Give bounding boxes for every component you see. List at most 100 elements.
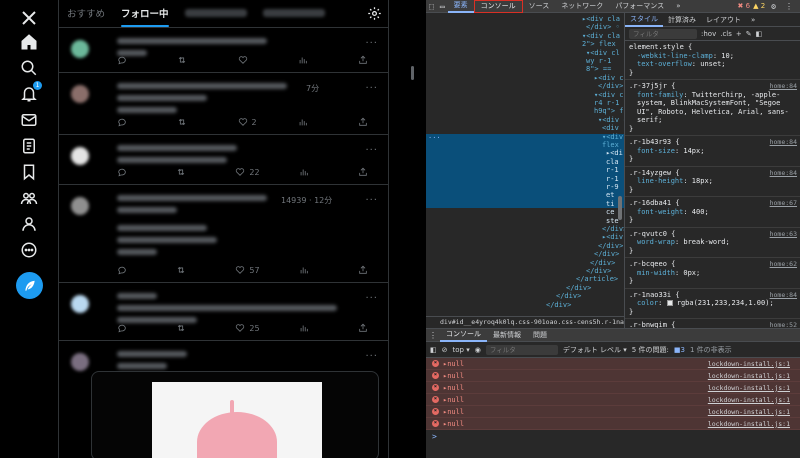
share-button[interactable] <box>358 323 378 333</box>
style-rule[interactable]: .r-bnwqim {home:52position: relative;} <box>625 319 800 328</box>
avatar[interactable] <box>71 40 89 58</box>
dom-breadcrumb[interactable]: div#id__e4yroq4k0lq.css-901oao.css-cens5… <box>426 316 624 328</box>
cls-toggle[interactable]: .cls <box>720 30 732 38</box>
list-icon[interactable] <box>19 136 39 156</box>
home-icon[interactable] <box>19 32 39 52</box>
dom-node-line[interactable]: </div> ◦ <box>586 23 620 31</box>
more-icon[interactable]: ··· <box>365 145 378 156</box>
dom-node-line[interactable]: ▸<div cla <box>582 15 620 23</box>
dom-node-line[interactable]: wy r-1 <box>586 57 611 65</box>
style-property[interactable]: line-height: 18px; <box>629 177 796 186</box>
sidebar-toggle-icon[interactable]: ◧ <box>430 346 437 354</box>
views-button[interactable] <box>299 167 319 177</box>
post-button[interactable] <box>16 272 43 299</box>
retweet-button[interactable] <box>176 167 196 177</box>
more-icon[interactable]: ··· <box>365 83 378 94</box>
views-button[interactable] <box>298 117 318 127</box>
style-property[interactable]: font-family: TwitterChirp, -apple-system… <box>629 91 796 125</box>
style-property[interactable]: text-overflow: unset; <box>629 60 796 69</box>
console-source-link[interactable]: lockdown-install.js:1 <box>708 384 790 392</box>
retweet-button[interactable] <box>177 117 197 127</box>
tab-list-blurred[interactable] <box>177 0 255 27</box>
reply-button[interactable] <box>117 117 137 127</box>
hov-toggle[interactable]: :hov <box>701 30 716 38</box>
console-source-link[interactable]: lockdown-install.js:1 <box>708 408 790 416</box>
style-rule[interactable]: .r-1nao33i {home:84 color: rgba(231,233,2… <box>625 289 800 319</box>
dom-node-line[interactable]: flex <box>602 141 619 149</box>
bell-icon[interactable]: 1 <box>19 81 42 104</box>
console-message-text[interactable]: ▸null <box>443 384 464 392</box>
share-button[interactable] <box>358 167 378 177</box>
clear-console-icon[interactable]: ⊘ <box>442 346 448 354</box>
dom-node-line[interactable]: ▸<div cla <box>594 74 624 82</box>
eye-icon[interactable]: ◉ <box>475 346 481 354</box>
style-property[interactable]: min-width: 0px; <box>629 269 796 278</box>
retweet-button[interactable] <box>177 55 197 65</box>
more-icon[interactable]: ··· <box>365 195 378 206</box>
dom-node-line[interactable]: </div> <box>566 284 591 292</box>
console-message-text[interactable]: ▸null <box>443 360 464 368</box>
device-toolbar-icon[interactable]: ▭ <box>437 2 448 11</box>
tweet-media[interactable] <box>91 371 379 458</box>
dom-node-line[interactable]: ▾<div cl <box>594 91 624 99</box>
reply-button[interactable] <box>117 55 137 65</box>
like-button[interactable]: 22 <box>235 167 260 177</box>
rule-source-link[interactable]: home:84 <box>770 138 797 147</box>
dom-node-line[interactable]: ▾<div cla <box>598 116 624 124</box>
profile-icon[interactable] <box>19 214 39 234</box>
more-circle-icon[interactable] <box>19 240 39 260</box>
style-rule[interactable]: .r-37j5jr {home:84 font-family: TwitterCh… <box>625 80 800 136</box>
dom-node-line[interactable]: </div> <box>594 250 619 258</box>
dom-node-line[interactable]: ce <box>606 208 614 216</box>
log-level-selector[interactable]: デフォルト レベル ▾ <box>563 345 627 355</box>
kebab-menu-icon[interactable]: ⋮ <box>782 2 796 11</box>
share-button[interactable] <box>358 117 378 127</box>
dom-node-line[interactable]: </div> <box>556 292 581 300</box>
retweet-button[interactable] <box>176 323 196 333</box>
dom-node-line[interactable]: ▾<div <box>602 133 623 141</box>
console-error-row[interactable]: ✖ ▸null lockdown-install.js:1 <box>426 418 800 430</box>
style-rule[interactable]: .r-14yzgew {home:84 line-height: 18px;} <box>625 167 800 197</box>
dom-node-line[interactable]: cla <box>606 158 619 166</box>
like-button[interactable]: 25 <box>235 323 260 333</box>
views-button[interactable] <box>298 55 318 65</box>
dom-node-line[interactable]: ▸<div <box>602 233 623 241</box>
style-property[interactable]: font-weight: 400; <box>629 208 796 217</box>
paint-icon[interactable]: ✎ <box>746 30 752 38</box>
dom-node-line[interactable]: </div> <box>586 267 611 275</box>
console-error-row[interactable]: ✖ ▸null lockdown-install.js:1 <box>426 406 800 418</box>
console-source-link[interactable]: lockdown-install.js:1 <box>708 360 790 368</box>
kebab-menu-icon[interactable]: ⋮ <box>426 331 440 340</box>
console-source-link[interactable]: lockdown-install.js:1 <box>708 396 790 404</box>
error-counter[interactable]: ✖ 6 <box>738 2 751 10</box>
console-source-link[interactable]: lockdown-install.js:1 <box>708 372 790 380</box>
dom-node-line[interactable]: </div> <box>590 259 615 267</box>
avatar[interactable] <box>71 85 89 103</box>
tab-layout[interactable]: レイアウト <box>701 13 746 27</box>
console-error-row[interactable]: ✖ ▸null lockdown-install.js:1 <box>426 370 800 382</box>
dom-node-line[interactable]: <div <box>602 124 619 132</box>
console-message-text[interactable]: ▸null <box>443 408 464 416</box>
dom-node-line[interactable]: </div> <box>598 242 623 250</box>
plus-icon[interactable]: + <box>736 30 742 38</box>
dom-node-line[interactable]: r4 r-1 <box>594 99 619 107</box>
drawer-tab-console[interactable]: コンソール <box>440 329 487 342</box>
tab-network[interactable]: ネットワーク <box>555 0 609 13</box>
gear-icon[interactable] <box>367 6 382 21</box>
ellipsis-icon[interactable]: ··· <box>428 134 441 142</box>
dom-node-line[interactable]: </div> ◦ <box>598 82 624 90</box>
rule-source-link[interactable]: home:52 <box>770 321 797 328</box>
tweet[interactable]: ··· 22 <box>59 135 388 185</box>
drawer-tab-whats-new[interactable]: 最新情報 <box>487 329 527 342</box>
dom-node-line[interactable]: ▸<di <box>606 149 623 157</box>
views-button[interactable] <box>299 323 319 333</box>
style-rule[interactable]: .r-bcqeeo {home:62 min-width: 0px;} <box>625 258 800 289</box>
rule-source-link[interactable]: home:63 <box>770 230 797 239</box>
style-rule[interactable]: .r-qvutc0 {home:63 word-wrap: break-word;… <box>625 228 800 258</box>
tweet[interactable]: 7分 ··· 2 <box>59 73 388 135</box>
more-tabs-button[interactable]: » <box>670 0 686 13</box>
dom-node-line[interactable]: ste <box>606 217 619 225</box>
style-property[interactable]: font-size: 14px; <box>629 147 796 156</box>
sidebar-toggle-icon[interactable]: ◧ <box>756 30 763 38</box>
mail-icon[interactable] <box>19 110 39 130</box>
